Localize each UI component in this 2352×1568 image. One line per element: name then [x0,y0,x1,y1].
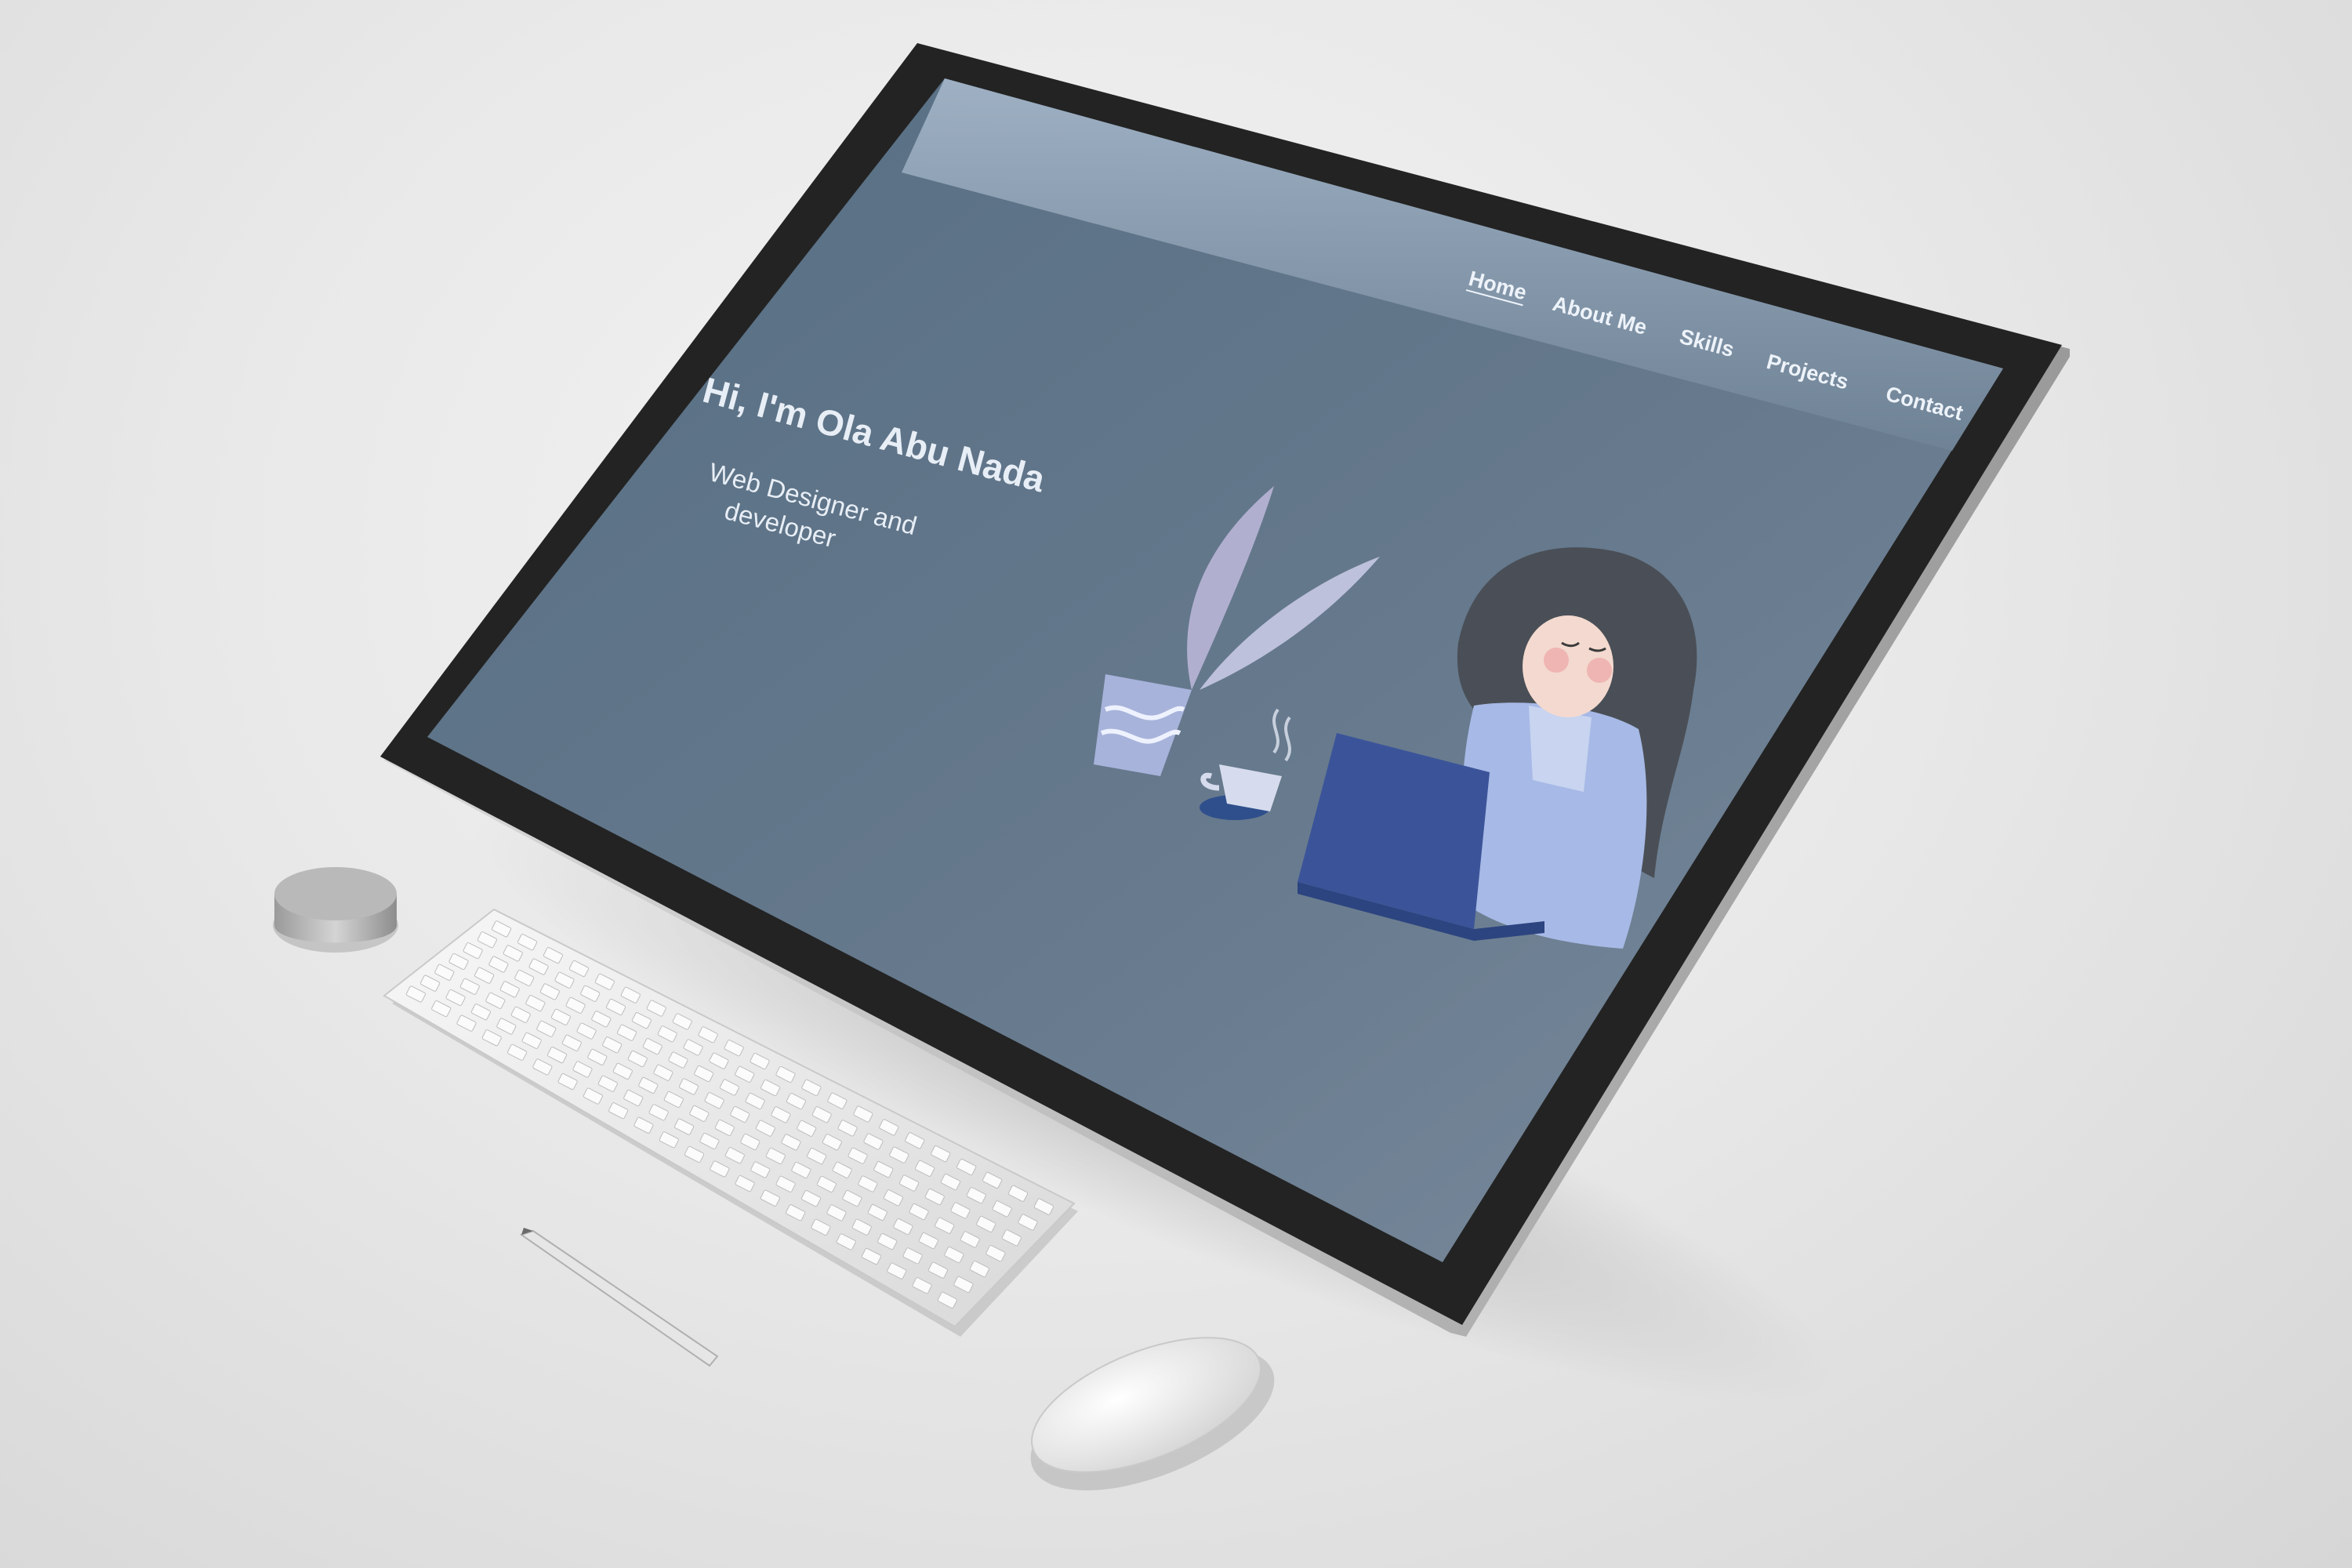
scene: Home About Me Skills Projects Contact Hi… [0,0,2352,1568]
mouse-icon [1030,1337,1275,1490]
desk-peripherals [273,867,1275,1490]
pen-icon [519,1228,719,1367]
dial-icon [273,867,398,953]
keyboard [383,908,1078,1337]
